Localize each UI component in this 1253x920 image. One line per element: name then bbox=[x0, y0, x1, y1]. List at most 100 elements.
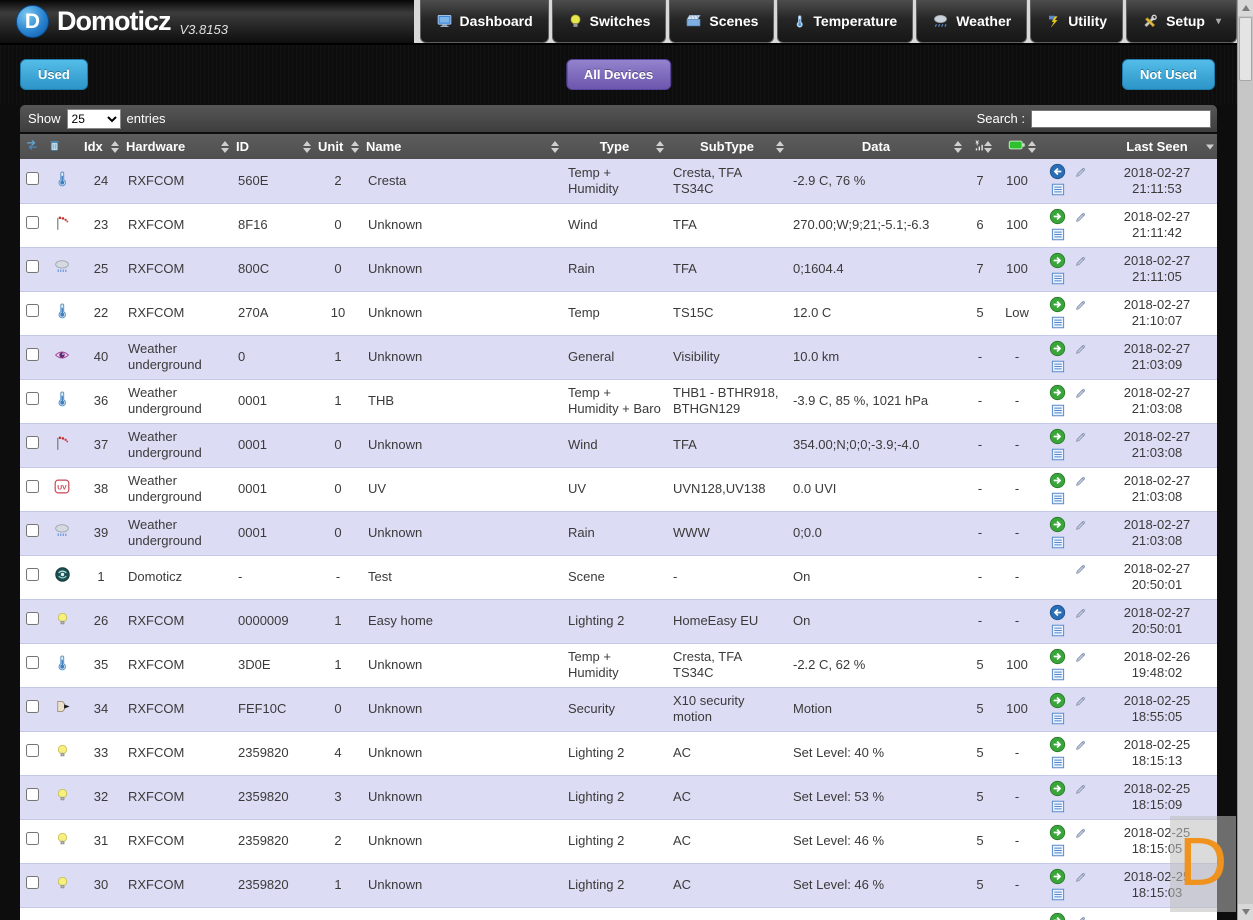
row-checkbox[interactable] bbox=[26, 480, 39, 493]
header-delete[interactable] bbox=[44, 134, 80, 159]
rename-button[interactable] bbox=[1072, 912, 1090, 920]
set-used-toggle-button[interactable] bbox=[1049, 340, 1067, 357]
row-checkbox[interactable] bbox=[26, 876, 39, 889]
set-used-toggle-button[interactable] bbox=[1049, 780, 1067, 797]
log-button[interactable] bbox=[1049, 314, 1067, 331]
log-button[interactable] bbox=[1049, 490, 1067, 507]
log-button[interactable] bbox=[1049, 842, 1067, 859]
log-button[interactable] bbox=[1049, 798, 1067, 815]
rename-button[interactable] bbox=[1072, 604, 1090, 621]
scrollbar-thumb[interactable] bbox=[1239, 17, 1252, 81]
log-button[interactable] bbox=[1049, 666, 1067, 683]
rename-button[interactable] bbox=[1072, 208, 1090, 225]
rename-button[interactable] bbox=[1072, 868, 1090, 885]
set-used-toggle-button[interactable] bbox=[1049, 163, 1067, 180]
set-used-toggle-button[interactable] bbox=[1049, 648, 1067, 665]
row-checkbox[interactable] bbox=[26, 612, 39, 625]
set-used-toggle-button[interactable] bbox=[1049, 736, 1067, 753]
page-size-select[interactable]: 25 bbox=[67, 109, 121, 129]
scroll-down-button[interactable] bbox=[1238, 904, 1253, 920]
all-devices-filter-button[interactable]: All Devices bbox=[566, 59, 671, 90]
set-used-toggle-button[interactable] bbox=[1049, 912, 1067, 920]
rename-button[interactable] bbox=[1072, 692, 1090, 709]
nav-item-switches[interactable]: Switches bbox=[552, 0, 667, 43]
used-filter-button[interactable]: Used bbox=[20, 59, 88, 90]
nav-item-setup[interactable]: Setup ▾ bbox=[1126, 0, 1237, 43]
log-button[interactable] bbox=[1049, 534, 1067, 551]
log-button[interactable] bbox=[1049, 402, 1067, 419]
row-checkbox[interactable] bbox=[26, 568, 39, 581]
vertical-scrollbar[interactable] bbox=[1237, 0, 1253, 920]
row-checkbox[interactable] bbox=[26, 216, 39, 229]
log-button[interactable] bbox=[1049, 446, 1067, 463]
row-checkbox[interactable] bbox=[26, 832, 39, 845]
logo[interactable]: D Domoticz V3.8153 bbox=[0, 0, 414, 43]
row-checkbox[interactable] bbox=[26, 744, 39, 757]
rename-button[interactable] bbox=[1072, 560, 1090, 577]
row-checkbox[interactable] bbox=[26, 348, 39, 361]
rename-button[interactable] bbox=[1072, 472, 1090, 489]
header-signal[interactable] bbox=[965, 134, 995, 159]
log-button[interactable] bbox=[1049, 710, 1067, 727]
header-data[interactable]: Data bbox=[787, 134, 965, 159]
log-button[interactable] bbox=[1049, 886, 1067, 903]
set-used-toggle-button[interactable] bbox=[1049, 692, 1067, 709]
row-checkbox[interactable] bbox=[26, 172, 39, 185]
log-button[interactable] bbox=[1049, 358, 1067, 375]
rename-button[interactable] bbox=[1072, 736, 1090, 753]
header-id[interactable]: ID bbox=[232, 134, 314, 159]
set-used-toggle-button[interactable] bbox=[1049, 604, 1067, 621]
cell-select bbox=[20, 335, 44, 379]
set-used-toggle-button[interactable] bbox=[1049, 296, 1067, 313]
row-checkbox[interactable] bbox=[26, 392, 39, 405]
rename-button[interactable] bbox=[1072, 252, 1090, 269]
header-battery[interactable] bbox=[995, 134, 1039, 159]
row-checkbox[interactable] bbox=[26, 656, 39, 669]
cell-subtype: AC bbox=[667, 819, 787, 863]
header-type[interactable]: Type bbox=[562, 134, 667, 159]
nav-item-scenes[interactable]: Scenes bbox=[669, 0, 774, 43]
nav-item-utility[interactable]: Utility bbox=[1030, 0, 1123, 43]
not-used-filter-button[interactable]: Not Used bbox=[1122, 59, 1215, 90]
set-used-toggle-button[interactable] bbox=[1049, 824, 1067, 841]
nav-item-temperature[interactable]: Temperature bbox=[777, 0, 913, 43]
row-checkbox[interactable] bbox=[26, 700, 39, 713]
log-button[interactable] bbox=[1049, 181, 1067, 198]
row-checkbox[interactable] bbox=[26, 788, 39, 801]
row-checkbox[interactable] bbox=[26, 304, 39, 317]
rename-button[interactable] bbox=[1072, 516, 1090, 533]
rename-button[interactable] bbox=[1072, 824, 1090, 841]
log-button[interactable] bbox=[1049, 754, 1067, 771]
rename-button[interactable] bbox=[1072, 340, 1090, 357]
row-checkbox[interactable] bbox=[26, 524, 39, 537]
set-used-toggle-button[interactable] bbox=[1049, 868, 1067, 885]
rename-button[interactable] bbox=[1072, 163, 1090, 180]
header-last-seen[interactable]: Last Seen bbox=[1097, 134, 1217, 159]
header-hardware[interactable]: Hardware bbox=[122, 134, 232, 159]
rename-button[interactable] bbox=[1072, 384, 1090, 401]
row-checkbox[interactable] bbox=[26, 260, 39, 273]
set-used-toggle-button[interactable] bbox=[1049, 516, 1067, 533]
row-checkbox[interactable] bbox=[26, 436, 39, 449]
header-idx[interactable]: Idx bbox=[80, 134, 122, 159]
rename-button[interactable] bbox=[1072, 428, 1090, 445]
set-used-toggle-button[interactable] bbox=[1049, 208, 1067, 225]
set-used-toggle-button[interactable] bbox=[1049, 472, 1067, 489]
rename-button[interactable] bbox=[1072, 296, 1090, 313]
search-input[interactable] bbox=[1031, 110, 1211, 128]
log-button[interactable] bbox=[1049, 622, 1067, 639]
set-used-toggle-button[interactable] bbox=[1049, 428, 1067, 445]
cell-subtype: THB1 - BTHR918, BTHGN129 bbox=[667, 379, 787, 423]
header-subtype[interactable]: SubType bbox=[667, 134, 787, 159]
nav-item-weather[interactable]: Weather bbox=[916, 0, 1027, 43]
rename-button[interactable] bbox=[1072, 648, 1090, 665]
log-button[interactable] bbox=[1049, 226, 1067, 243]
header-unit[interactable]: Unit bbox=[314, 134, 362, 159]
set-used-toggle-button[interactable] bbox=[1049, 252, 1067, 269]
log-button[interactable] bbox=[1049, 270, 1067, 287]
set-used-toggle-button[interactable] bbox=[1049, 384, 1067, 401]
scroll-up-button[interactable] bbox=[1238, 0, 1253, 16]
rename-button[interactable] bbox=[1072, 780, 1090, 797]
nav-item-dashboard[interactable]: Dashboard bbox=[420, 0, 549, 43]
header-name[interactable]: Name bbox=[362, 134, 562, 159]
